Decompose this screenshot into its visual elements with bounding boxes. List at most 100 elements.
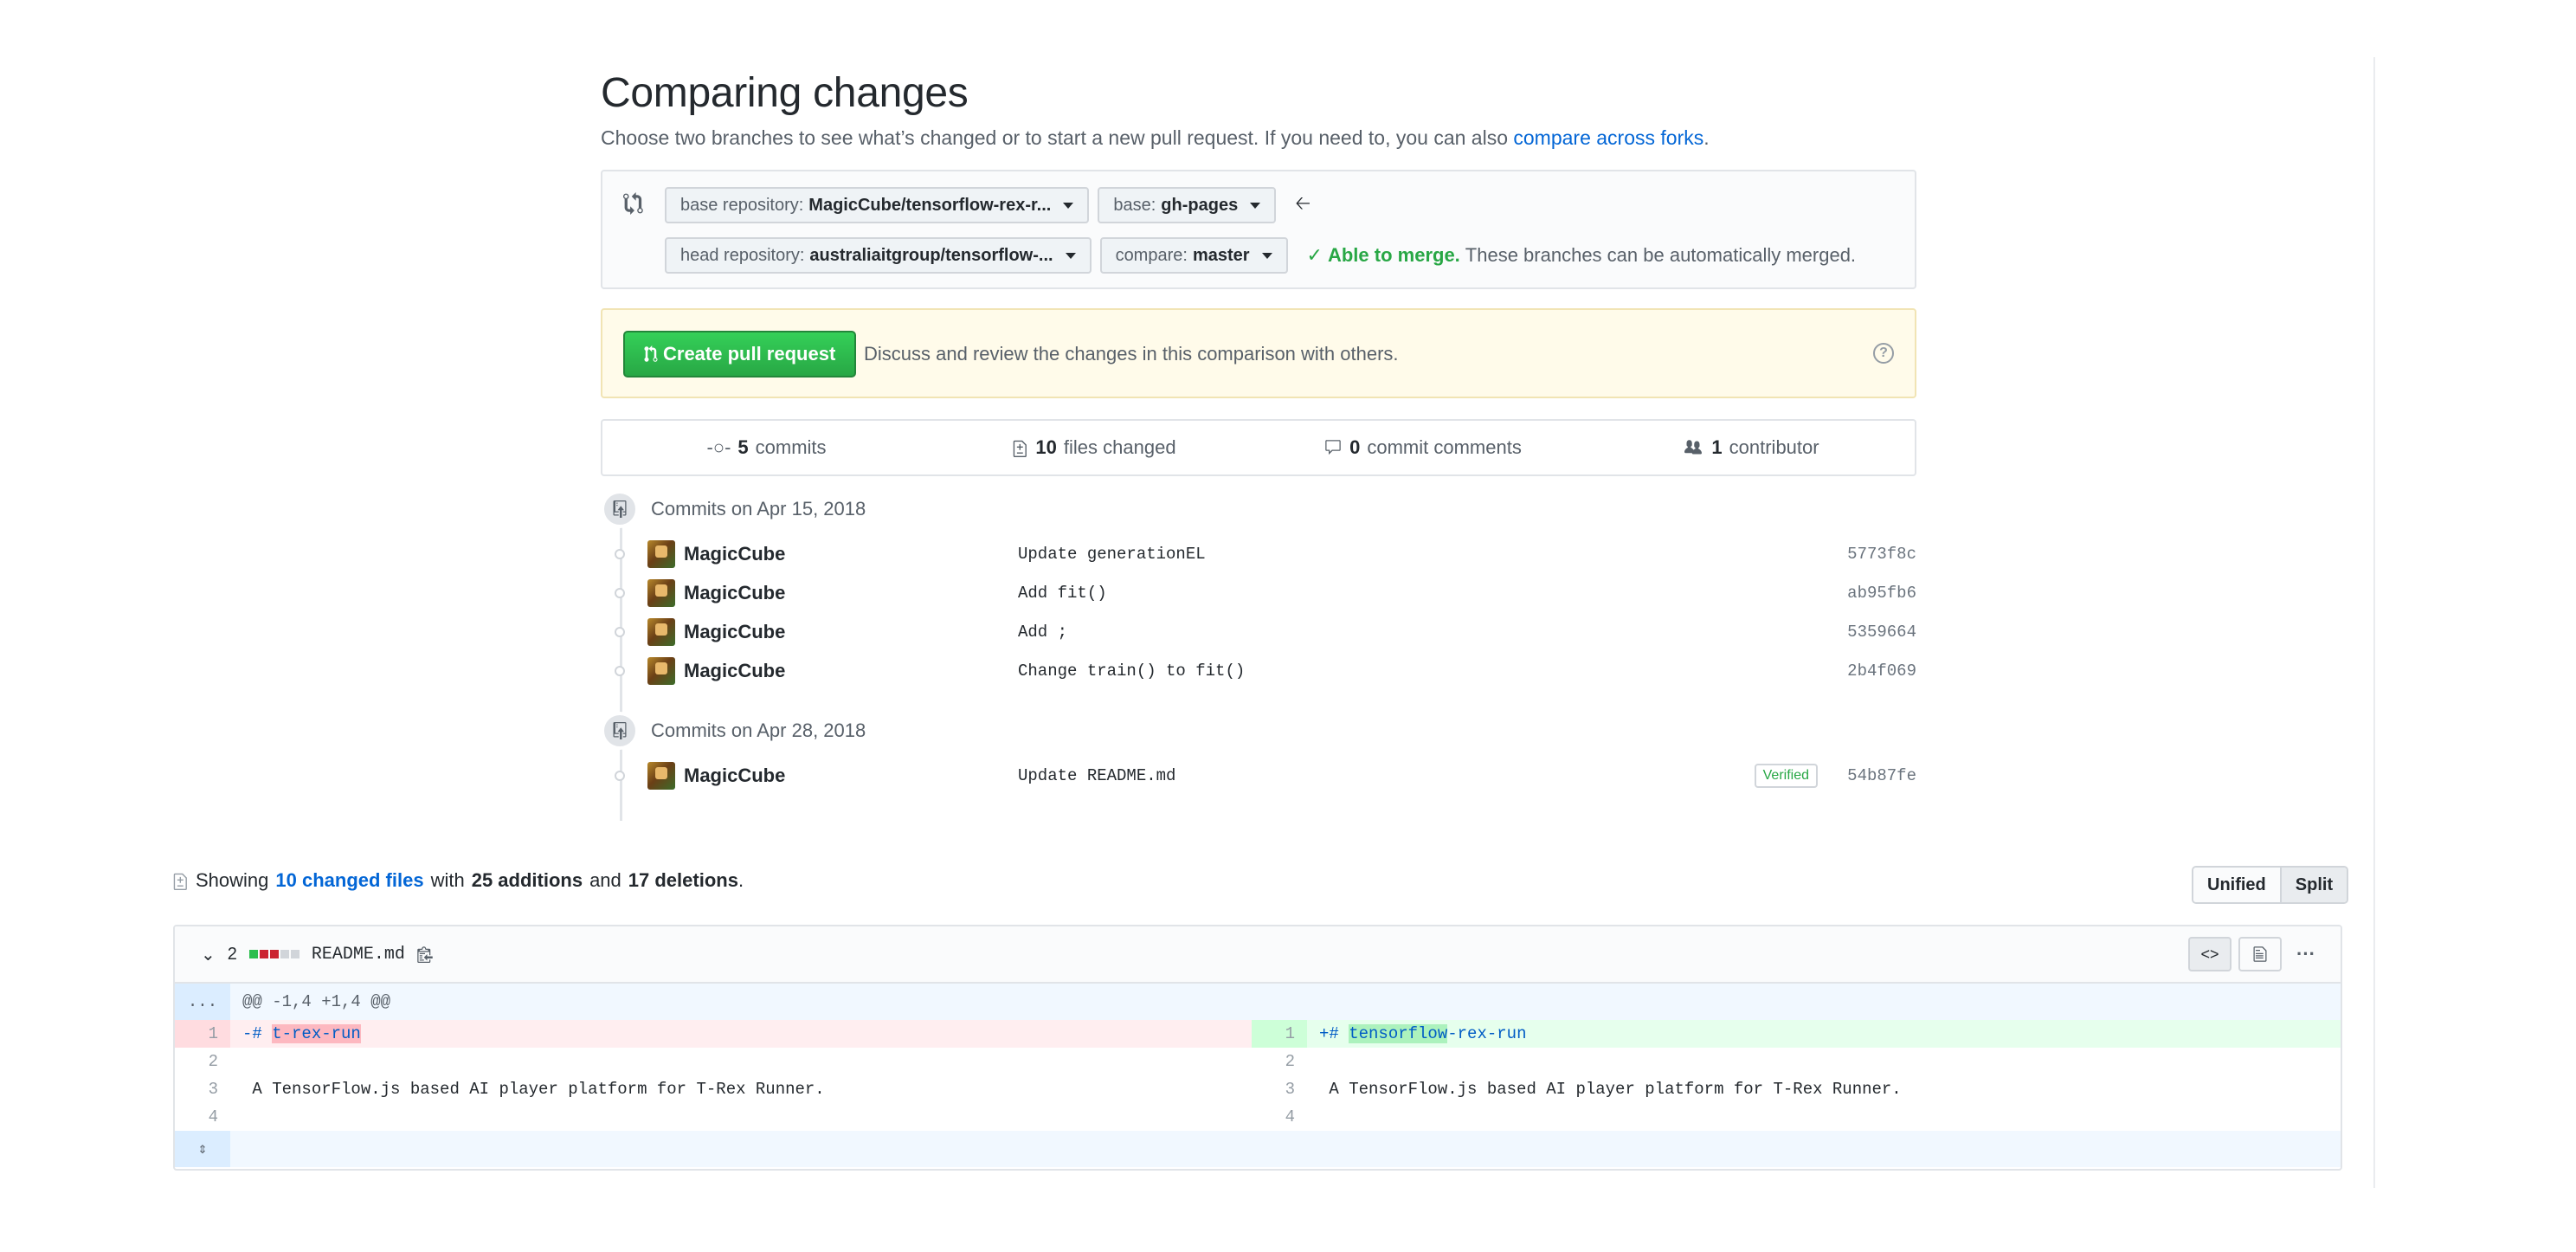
- commit-message[interactable]: Update README.md: [1018, 766, 1755, 785]
- create-pull-request-button[interactable]: Create pull request: [623, 331, 857, 378]
- git-pull-request-icon: [644, 345, 658, 362]
- base-branch-label: base:: [1113, 195, 1156, 215]
- diff-row: 3 A TensorFlow.js based AI player platfo…: [175, 1075, 2341, 1103]
- subtitle-text: Choose two branches to see what’s change…: [601, 126, 1508, 149]
- more-options-icon[interactable]: ···: [2289, 943, 2323, 965]
- base-branch-select[interactable]: base: gh-pages: [1098, 187, 1277, 223]
- head-repository-select[interactable]: head repository: australiaitgroup/tensor…: [665, 237, 1092, 274]
- summary-files[interactable]: 10 files changed: [931, 421, 1259, 474]
- repo-push-icon: [601, 712, 639, 750]
- commit-dot-icon: [601, 588, 639, 598]
- commit-sha[interactable]: 2b4f069: [1847, 661, 1916, 681]
- source-diff-button[interactable]: <>: [2188, 937, 2231, 971]
- caret-down-icon: [1063, 202, 1074, 209]
- commit-group-date: Commits on Apr 15, 2018: [651, 498, 866, 520]
- range-editor: base repository: MagicCube/tensorflow-re…: [601, 170, 1916, 289]
- rich-diff-button[interactable]: [2238, 937, 2282, 971]
- caret-down-icon: [1250, 202, 1261, 209]
- context-line: [1307, 1048, 2341, 1075]
- avatar[interactable]: [647, 762, 675, 790]
- chevron-down-icon[interactable]: ⌄: [201, 944, 216, 965]
- contributors-count: 1: [1711, 436, 1723, 458]
- repo-push-icon: [601, 490, 639, 528]
- commit-group-header: Commits on Apr 28, 2018: [601, 712, 866, 750]
- commit-author[interactable]: MagicCube: [684, 582, 1018, 604]
- file-name[interactable]: README.md: [312, 945, 405, 965]
- avatar[interactable]: [647, 657, 675, 685]
- line-prefix: +#: [1319, 1024, 1349, 1043]
- commit-sha[interactable]: 5773f8c: [1847, 545, 1916, 564]
- line-prefix: -#: [242, 1024, 273, 1043]
- base-branch-value: gh-pages: [1161, 195, 1239, 215]
- showing-label: Showing: [196, 869, 269, 891]
- subtitle-end: .: [1703, 126, 1710, 149]
- avatar[interactable]: [647, 618, 675, 646]
- commit-message[interactable]: Change train() to fit(): [1018, 661, 1847, 681]
- commit-dot-icon: [601, 771, 639, 781]
- clipboard-icon[interactable]: [417, 945, 433, 963]
- commit-author[interactable]: MagicCube: [684, 660, 1018, 682]
- with-label: with: [430, 869, 465, 891]
- summary-end: .: [737, 869, 744, 891]
- summary-contributors[interactable]: 1 contributor: [1587, 421, 1915, 474]
- changed-word: tensorflow: [1349, 1024, 1448, 1043]
- split-view-button[interactable]: Split: [2279, 868, 2347, 902]
- unfold-icon[interactable]: ⇕: [175, 1131, 230, 1167]
- avatar[interactable]: [647, 540, 675, 568]
- commit-author[interactable]: MagicCube: [684, 765, 1018, 787]
- context-line: [230, 1103, 1252, 1131]
- commit-row: MagicCube Add ; 5359664: [601, 615, 1916, 649]
- page-divider: [2373, 57, 2375, 1188]
- line-number[interactable]: 1: [1252, 1020, 1307, 1048]
- line-rest: -rex-run: [1447, 1024, 1527, 1043]
- commit-sha[interactable]: 5359664: [1847, 623, 1916, 642]
- base-repository-select[interactable]: base repository: MagicCube/tensorflow-re…: [665, 187, 1090, 223]
- file-change-count: 2: [227, 944, 237, 964]
- commit-message[interactable]: Add fit(): [1018, 584, 1847, 603]
- base-range-row: base repository: MagicCube/tensorflow-re…: [665, 187, 1311, 223]
- files-label: files changed: [1063, 436, 1176, 458]
- summary-comments[interactable]: 0 commit comments: [1259, 421, 1587, 474]
- people-icon: [1684, 440, 1703, 455]
- deletions-count: 17 deletions: [628, 869, 738, 891]
- compare-arrows-icon[interactable]: [623, 192, 646, 215]
- commit-author[interactable]: MagicCube: [684, 543, 1018, 565]
- line-number[interactable]: 3: [1252, 1075, 1307, 1103]
- commit-dot-icon: [601, 627, 639, 637]
- summary-commits[interactable]: -○- 5 commits: [602, 421, 931, 474]
- commit-sha[interactable]: ab95fb6: [1847, 584, 1916, 603]
- avatar[interactable]: [647, 579, 675, 607]
- diff-row: 4 4: [175, 1103, 2341, 1131]
- base-repository-label: base repository:: [680, 195, 804, 215]
- compare-across-forks-link[interactable]: compare across forks: [1513, 126, 1703, 149]
- commit-sha[interactable]: 54b87fe: [1847, 766, 1916, 785]
- file-diff-icon: [1014, 440, 1027, 457]
- context-line: [1307, 1103, 2341, 1131]
- question-icon[interactable]: ?: [1873, 343, 1894, 364]
- page-subtitle: Choose two branches to see what’s change…: [601, 126, 1710, 150]
- compare-branch-label: compare:: [1115, 245, 1188, 265]
- verified-badge[interactable]: Verified: [1754, 764, 1818, 788]
- compare-branch-select[interactable]: compare: master: [1099, 237, 1288, 274]
- commit-author[interactable]: MagicCube: [684, 621, 1018, 643]
- line-number[interactable]: 4: [1252, 1103, 1307, 1131]
- commit-message[interactable]: Update generationEL: [1018, 545, 1847, 564]
- line-number[interactable]: 2: [175, 1048, 230, 1075]
- and-label: and: [589, 869, 621, 891]
- comments-label: commit comments: [1367, 436, 1522, 458]
- expand-row-space: [230, 1131, 2341, 1167]
- page-title: Comparing changes: [601, 70, 969, 116]
- diffstat-bar: [248, 950, 299, 958]
- file-header: ⌄ 2 README.md <> ···: [175, 926, 2341, 984]
- comments-count: 0: [1349, 436, 1361, 458]
- line-number[interactable]: 1: [175, 1020, 230, 1048]
- unified-view-button[interactable]: Unified: [2193, 868, 2280, 902]
- line-number[interactable]: 4: [175, 1103, 230, 1131]
- line-number[interactable]: 3: [175, 1075, 230, 1103]
- expand-up-button[interactable]: ...: [175, 984, 230, 1020]
- file-icon: [2253, 946, 2267, 962]
- arrow-left-icon: 🡠: [1295, 192, 1311, 214]
- commit-message[interactable]: Add ;: [1018, 623, 1847, 642]
- line-number[interactable]: 2: [1252, 1048, 1307, 1075]
- changed-files-link[interactable]: 10 changed files: [275, 869, 423, 892]
